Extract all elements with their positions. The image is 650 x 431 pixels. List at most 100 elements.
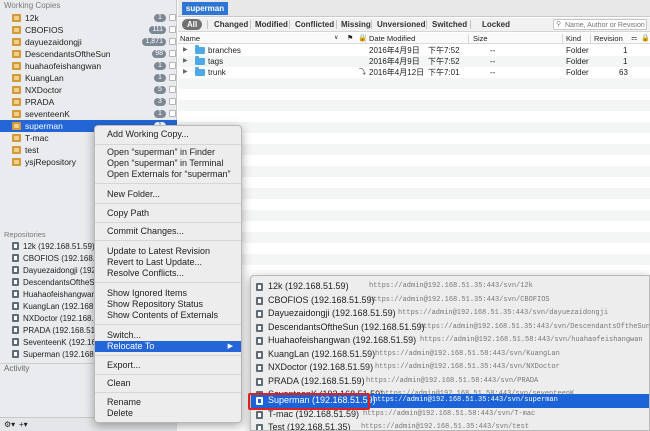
checkbox[interactable] xyxy=(169,86,176,94)
menu-delete[interactable]: Delete xyxy=(95,408,241,419)
relocate-item[interactable]: Huahaofeishangwan (192.168.51.59) https:/… xyxy=(251,334,649,348)
working-copy-item[interactable]: dayuezaidongji 1,871 xyxy=(0,36,177,48)
menu-rename[interactable]: Rename xyxy=(95,397,241,408)
menu-switch[interactable]: Switch... xyxy=(95,330,241,341)
working-copy-item[interactable]: DescendantsOftheSun 98 xyxy=(0,48,177,60)
relocate-item[interactable]: 12k (192.168.51.59) https://admin@192.168… xyxy=(251,280,649,294)
disclosure-triangle-icon[interactable]: ▶ xyxy=(183,67,188,78)
menu-show-ignored[interactable]: Show Ignored Items xyxy=(95,288,241,299)
column-name[interactable]: Name xyxy=(180,34,200,43)
repository-icon xyxy=(256,337,263,345)
working-copy-item[interactable]: 12k 1 xyxy=(0,12,177,24)
filter-modified[interactable]: Modified xyxy=(255,19,288,30)
checkbox[interactable] xyxy=(169,62,176,70)
working-copy-icon xyxy=(12,25,21,34)
divider xyxy=(336,20,337,29)
menu-clean[interactable]: Clean xyxy=(95,378,241,389)
repository-item[interactable]: SeventeenK (192.168.51.59) xyxy=(0,337,95,347)
tab-superman[interactable]: superman xyxy=(182,2,228,15)
relocate-item[interactable]: NXDoctor (192.168.51.59) https://admin@19… xyxy=(251,361,649,375)
relocate-item[interactable]: Test (192.168.51.35) https://admin@192.16… xyxy=(251,421,649,430)
change-count-badge: 1 xyxy=(154,61,166,70)
change-count-badge: 1 xyxy=(154,109,166,118)
relocate-item[interactable]: CBOFIOS (192.168.51.59) https://admin@192… xyxy=(251,294,649,308)
filter-conflicted[interactable]: Conflicted xyxy=(295,19,334,30)
menu-resolve-conflicts[interactable]: Resolve Conflicts... xyxy=(95,268,241,279)
repository-item[interactable]: Superman (192.168.51.59) xyxy=(0,349,95,359)
change-count-badge: 1 xyxy=(154,13,166,22)
repository-item[interactable]: DescendantsOftheSun (192.168.51.59) xyxy=(0,277,95,287)
menu-update-latest[interactable]: Update to Latest Revision xyxy=(95,246,241,257)
working-copy-item[interactable]: huahaofeishangwan 1 xyxy=(0,60,177,72)
menu-revert[interactable]: Revert to Last Update... xyxy=(95,257,241,268)
relocate-item[interactable]: KuangLan (192.168.51.59) https://admin@19… xyxy=(251,348,649,362)
working-copy-icon xyxy=(12,73,21,82)
file-row[interactable]: ▶ trunk ⤵ 2016年4月12日 下午7:01 -- Folder 63 xyxy=(178,67,650,78)
disclosure-triangle-icon[interactable]: ▶ xyxy=(183,56,188,67)
menu-open-in-finder[interactable]: Open “superman” in Finder xyxy=(95,147,241,158)
repository-item[interactable]: NXDoctor (192.168.51.59) xyxy=(0,313,95,323)
repository-item[interactable]: 12k (192.168.51.59) xyxy=(0,241,95,251)
submenu-arrow-icon: ▶ xyxy=(227,343,233,350)
filter-bar: All Changed Modified Conflicted Missing … xyxy=(178,18,650,32)
relocate-item[interactable]: PRADA (192.168.51.59) https://admin@192.1… xyxy=(251,375,649,389)
filter-locked[interactable]: Locked xyxy=(482,19,510,30)
repository-item[interactable]: Huahaofeishangwan (192.168.51.59) xyxy=(0,289,95,299)
menu-show-externals[interactable]: Show Contents of Externals xyxy=(95,310,241,321)
flag-icon: ⚑ xyxy=(347,35,354,42)
checkbox[interactable] xyxy=(169,26,176,34)
repository-item[interactable]: PRADA (192.168.51.59) xyxy=(0,325,95,335)
context-menu: Add Working Copy... Open “superman” in F… xyxy=(94,125,242,423)
repository-icon xyxy=(12,326,19,334)
working-copy-item[interactable]: PRADA 3 xyxy=(0,96,177,108)
menu-relocate-to[interactable]: Relocate To ▶ xyxy=(95,341,241,352)
working-copy-item[interactable]: seventeenK 1 xyxy=(0,108,177,120)
menu-add-working-copy[interactable]: Add Working Copy... xyxy=(95,129,241,140)
menu-copy-path[interactable]: Copy Path xyxy=(95,208,241,219)
checkbox[interactable] xyxy=(169,98,176,106)
menu-show-repository-status[interactable]: Show Repository Status xyxy=(95,299,241,310)
column-size[interactable]: Size xyxy=(473,34,488,43)
folder-icon xyxy=(195,45,205,54)
repository-item[interactable]: CBOFIOS (192.168.51.59) xyxy=(0,253,95,263)
working-copy-item[interactable]: KuangLan 1 xyxy=(0,72,177,84)
repository-icon xyxy=(256,296,263,305)
filter-all[interactable]: All xyxy=(182,19,203,30)
column-revision[interactable]: Revision xyxy=(594,34,623,43)
disclosure-triangle-icon[interactable]: ▶ xyxy=(183,45,188,56)
menu-separator xyxy=(95,144,241,145)
file-row[interactable]: ▶ tags 2016年4月9日 下午7:52 -- Folder 1 xyxy=(178,56,650,67)
column-date[interactable]: Date Modified xyxy=(369,34,415,43)
menu-open-externals[interactable]: Open Externals for “superman” xyxy=(95,169,241,180)
empty-row xyxy=(178,232,650,243)
menu-commit-changes[interactable]: Commit Changes... xyxy=(95,226,241,237)
menu-new-folder[interactable]: New Folder... xyxy=(95,189,241,200)
checkbox[interactable] xyxy=(169,74,176,82)
file-row[interactable]: ▶ branches 2016年4月9日 下午7:52 -- Folder 1 xyxy=(178,45,650,56)
menu-export[interactable]: Export... xyxy=(95,360,241,371)
search-field[interactable]: ⚲ xyxy=(553,19,647,30)
working-copies-header: Working Copies xyxy=(4,1,61,10)
working-copy-item[interactable]: CBOFIOS 111 xyxy=(0,24,177,36)
column-kind[interactable]: Kind xyxy=(566,34,581,43)
repository-item[interactable]: Dayuezaidongji (192.168.51.59) xyxy=(0,265,95,275)
search-input[interactable] xyxy=(565,21,645,29)
add-menu-button[interactable]: +▾ xyxy=(19,421,28,429)
checkbox[interactable] xyxy=(169,50,176,58)
relocate-item[interactable]: DescendantsOftheSun (192.168.51.59) https… xyxy=(251,321,649,335)
relocate-item[interactable]: Dayuezaidongji (192.168.51.59) https://ad… xyxy=(251,307,649,321)
repository-icon xyxy=(256,364,263,372)
checkbox[interactable] xyxy=(169,110,176,118)
repository-icon xyxy=(12,302,19,310)
repository-item[interactable]: KuangLan (192.168.51.59) xyxy=(0,301,95,311)
filter-unversioned[interactable]: Unversioned xyxy=(377,19,425,30)
checkbox[interactable] xyxy=(169,14,176,22)
sort-icon: ∨ xyxy=(334,35,339,41)
menu-open-in-terminal[interactable]: Open “superman” in Terminal xyxy=(95,158,241,169)
filter-switched[interactable]: Switched xyxy=(432,19,467,30)
filter-missing[interactable]: Missing xyxy=(341,19,371,30)
filter-changed[interactable]: Changed xyxy=(214,19,248,30)
working-copy-item[interactable]: NXDoctor 5 xyxy=(0,84,177,96)
gear-menu-button[interactable]: ⚙▾ xyxy=(4,421,15,429)
checkbox[interactable] xyxy=(169,38,176,46)
